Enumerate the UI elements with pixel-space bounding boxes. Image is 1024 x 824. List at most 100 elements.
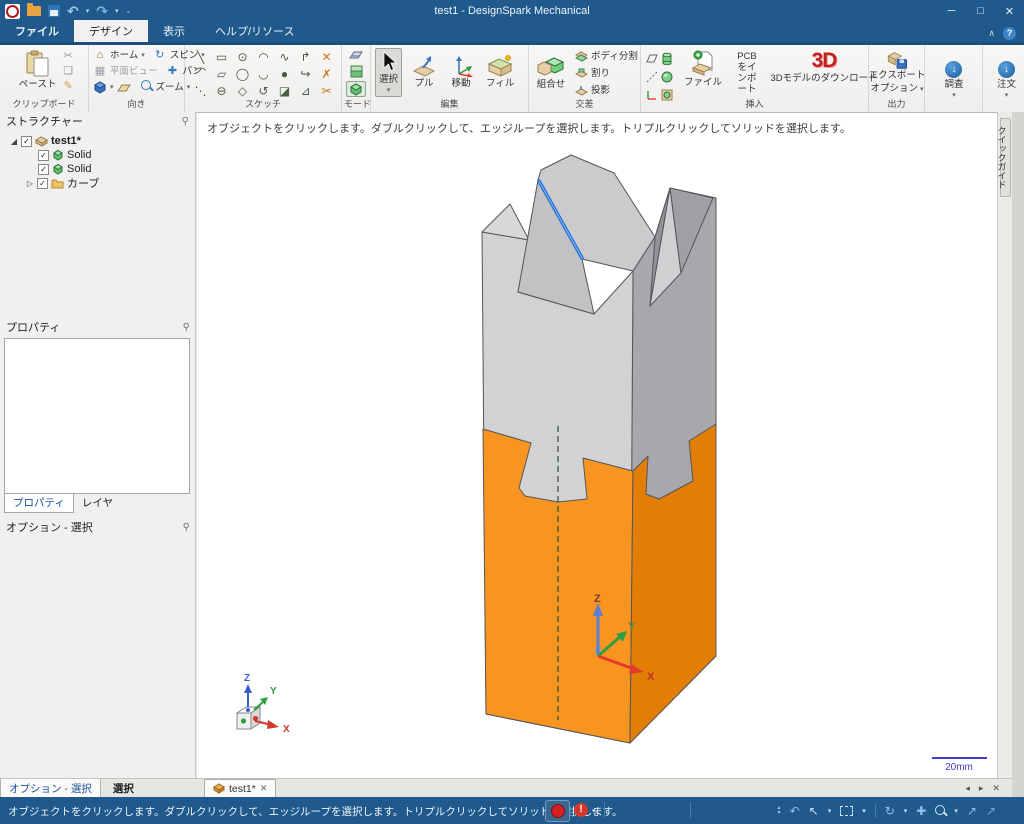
zoom-button[interactable]: ズーム ▾ <box>139 80 190 95</box>
model-canvas[interactable]: Z Y X Z Y X 20mm <box>197 113 997 779</box>
expander-collapsed-icon[interactable]: ▷ <box>26 179 34 188</box>
save-icon[interactable] <box>48 5 60 17</box>
tab-scroll-right-icon[interactable]: ▸ <box>979 783 984 794</box>
pin-icon[interactable]: ⚲ <box>182 116 189 127</box>
zoom-tool-icon[interactable] <box>935 804 946 815</box>
sketch-split-icon[interactable]: ✗ <box>316 66 337 83</box>
tab-close-icon[interactable]: ✕ <box>992 783 1000 794</box>
expander-expanded-icon[interactable]: ◢ <box>10 137 18 146</box>
insert-file-button[interactable]: ファイル <box>681 48 725 97</box>
checkbox-checked-icon[interactable]: ✓ <box>21 135 32 147</box>
orbit-caret-icon[interactable]: ▾ <box>904 807 908 815</box>
sketch-tangent-icon[interactable]: ⌒ <box>190 66 211 83</box>
ribbon-collapse-icon[interactable]: ∧ <box>988 28 995 39</box>
tree-row-solid-2[interactable]: ✓ Solid <box>0 162 195 176</box>
fill-button[interactable]: フィル <box>483 53 517 92</box>
insert-sphere-icon[interactable] <box>660 68 674 85</box>
insert-plane-icon[interactable] <box>645 50 659 67</box>
qat-customize-icon[interactable]: ⌄ <box>126 7 132 15</box>
pull-button[interactable]: プル <box>409 53 439 92</box>
pin-icon[interactable]: ⚲ <box>183 522 190 533</box>
cut-icon[interactable]: ✂ <box>63 50 73 62</box>
sketch-bend-icon[interactable]: ↱ <box>295 49 316 66</box>
sketch-point-icon[interactable]: ● <box>274 66 295 83</box>
box-select-caret-icon[interactable]: ▾ <box>862 807 866 815</box>
orbit-icon[interactable]: ↻ <box>885 805 895 817</box>
undo-caret-icon[interactable]: ▾ <box>86 7 90 15</box>
checkbox-checked-icon[interactable]: ✓ <box>37 177 48 189</box>
combine-button[interactable]: 組合せ <box>533 52 569 93</box>
insert-axis-icon[interactable] <box>645 68 659 85</box>
tab-display[interactable]: 表示 <box>148 20 200 42</box>
document-tab-close-icon[interactable]: ✕ <box>260 783 268 794</box>
error-badge-icon[interactable]: ! <box>574 803 588 817</box>
investigate-button[interactable]: ↓ 調査 ▾ <box>941 59 966 101</box>
mode-sketch-button[interactable] <box>346 48 366 62</box>
maximize-button[interactable]: □ <box>966 5 995 18</box>
quick-guide-tab[interactable]: クイックガイド <box>997 118 1011 197</box>
corner-cube-icon[interactable] <box>524 65 525 81</box>
box-select-icon[interactable] <box>840 805 854 816</box>
tab-scroll-left-icon[interactable]: ◂ <box>965 783 970 794</box>
split-button[interactable]: 割り <box>575 66 638 81</box>
export-options-button[interactable]: エクスポート オプション ▾ <box>866 48 929 97</box>
split-body-button[interactable]: ボディ分割 <box>575 49 638 64</box>
view-cube-button[interactable]: ▾ <box>93 81 131 94</box>
minimize-button[interactable]: ─ <box>937 5 966 18</box>
zoom-caret-icon[interactable]: ▾ <box>954 807 958 815</box>
app-logo-icon[interactable] <box>5 3 20 19</box>
spinner-icon[interactable]: ▴ ▾ <box>778 805 781 816</box>
close-button[interactable]: ✕ <box>995 5 1024 18</box>
redo-caret-icon[interactable]: ▾ <box>115 7 119 15</box>
sketch-rectangle-icon[interactable]: ▭ <box>211 49 232 66</box>
select-tool-icon[interactable]: ↖ <box>809 805 819 817</box>
undo-icon[interactable]: ↶ <box>67 4 79 18</box>
tab-design[interactable]: デザイン <box>74 20 148 42</box>
sketch-parallelogram-icon[interactable]: ▱ <box>211 66 232 83</box>
error-caret-icon[interactable]: ▾ <box>592 807 596 815</box>
record-button[interactable] <box>545 800 570 822</box>
sketch-circle-icon[interactable]: ⊙ <box>232 49 253 66</box>
paste-button[interactable]: ペースト <box>16 48 60 97</box>
order-button[interactable]: ↓ 注文 ▾ <box>994 59 1019 101</box>
previous-view-icon[interactable]: ↶ <box>790 805 800 817</box>
mode-solid-button[interactable] <box>346 81 366 97</box>
tab-options-select[interactable]: オプション - 選択 <box>0 779 101 797</box>
download-3d-model-button[interactable]: 3D 3Dモデルのダウンロード <box>769 48 879 97</box>
pan-tool-icon[interactable]: ✚ <box>916 805 926 817</box>
tab-layers[interactable]: レイヤ <box>74 494 121 513</box>
sketch-trim-icon[interactable]: ✕ <box>316 49 337 66</box>
zoom-extents-icon[interactable]: ↗ <box>967 805 977 817</box>
sketch-spline-icon[interactable]: ∿ <box>274 49 295 66</box>
insert-cylinder-icon[interactable] <box>660 50 674 67</box>
sketch-arc2-icon[interactable]: ◡ <box>253 66 274 83</box>
checkbox-checked-icon[interactable]: ✓ <box>38 149 49 161</box>
copy-icon[interactable]: ❏ <box>63 65 73 77</box>
viewport-3d[interactable]: Z Y X Z Y X 20mm オブジェクトをクリックします。ダブルクリックし… <box>197 112 997 778</box>
redo-icon[interactable]: ↷ <box>96 4 108 18</box>
help-icon[interactable]: ? <box>1003 27 1016 40</box>
project-button[interactable]: 投影 <box>575 83 638 98</box>
move-button[interactable]: 移動 <box>446 53 476 92</box>
pin-icon[interactable]: ⚲ <box>183 322 190 333</box>
open-file-icon[interactable] <box>27 3 41 16</box>
checkbox-checked-icon[interactable]: ✓ <box>38 163 49 175</box>
select-button[interactable]: 選択 ▾ <box>375 48 403 97</box>
format-painter-icon[interactable]: ✎ <box>63 80 73 92</box>
sketch-line-icon[interactable]: ╲ <box>190 49 211 66</box>
sketch-fillet-icon[interactable]: ↪ <box>295 66 316 83</box>
tree-row-curves[interactable]: ▷ ✓ カーブ <box>0 176 195 190</box>
plan-view-button[interactable]: ▦ 平面ビュー <box>93 64 158 79</box>
home-view-button[interactable]: ⌂ ホーム ▾ <box>93 48 145 63</box>
import-pcb-button[interactable]: PCB をインポート <box>732 48 762 97</box>
tab-properties[interactable]: プロパティ <box>4 494 74 513</box>
properties-content[interactable] <box>4 338 190 494</box>
tree-row-root[interactable]: ◢ ✓ test1* <box>0 134 195 148</box>
tab-select[interactable]: 選択 <box>101 779 146 798</box>
select-tool-caret-icon[interactable]: ▾ <box>828 807 832 815</box>
tab-file[interactable]: ファイル <box>0 20 74 42</box>
zoom-window-icon[interactable]: ↗ <box>986 805 996 817</box>
document-tab[interactable]: test1* ✕ <box>204 779 277 797</box>
sketch-arc-icon[interactable]: ◠ <box>253 49 274 66</box>
sketch-ellipse-icon[interactable]: ◯ <box>232 66 253 83</box>
